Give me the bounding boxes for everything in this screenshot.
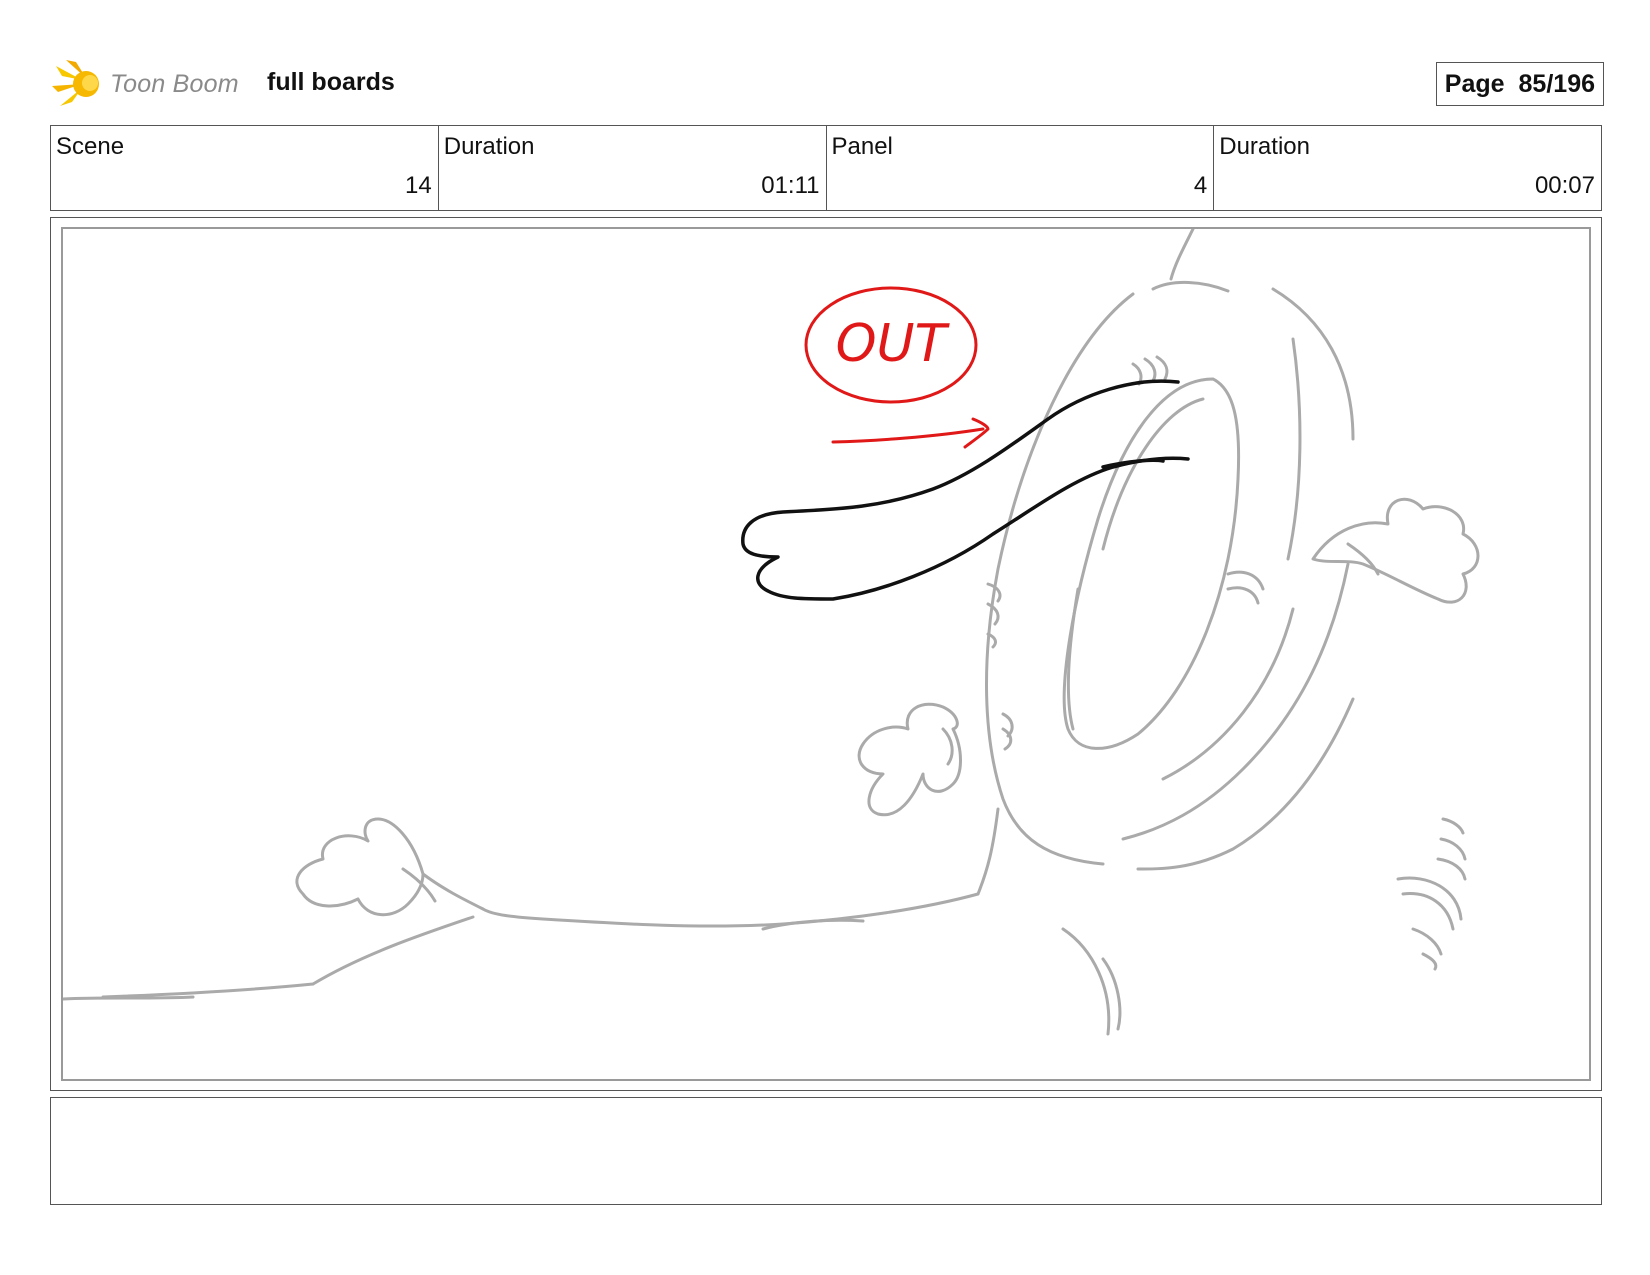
storyboard-panel-frame: OUT bbox=[50, 217, 1602, 1091]
scene-value: 14 bbox=[405, 172, 432, 199]
page-indicator: Page 85/196 bbox=[1435, 62, 1604, 106]
storyboard-panel: OUT bbox=[61, 227, 1591, 1081]
toon-boom-logo: Toon Boom bbox=[52, 58, 239, 110]
starburst-logo-icon bbox=[52, 60, 99, 106]
scene-duration-label: Duration bbox=[443, 133, 535, 160]
logo-wordmark: Toon Boom bbox=[110, 69, 239, 98]
page-header: Toon Boom full boards Page 85/196 bbox=[52, 56, 1604, 112]
panel-duration-cell: Duration 00:07 bbox=[1214, 126, 1601, 210]
panel-sketch: OUT bbox=[63, 229, 1480, 1036]
scene-duration-value: 01:11 bbox=[761, 172, 820, 199]
scene-info-table: Scene 14 Duration 01:11 Panel 4 Duration… bbox=[50, 125, 1602, 211]
tree-sketch bbox=[63, 229, 1480, 1036]
panel-duration-value: 00:07 bbox=[1534, 172, 1595, 199]
panel-value: 4 bbox=[1193, 172, 1208, 199]
board-title: full boards bbox=[267, 68, 395, 96]
scene-duration-cell: Duration 01:11 bbox=[439, 126, 827, 210]
panel-duration-label: Duration bbox=[1219, 133, 1310, 160]
panel-label: Panel bbox=[831, 133, 893, 160]
annotation-text: OUT bbox=[836, 314, 951, 374]
page-number: 85/196 bbox=[1518, 69, 1595, 98]
scene-label: Scene bbox=[56, 133, 125, 160]
page-label: Page bbox=[1444, 69, 1505, 98]
panel-cell: Panel 4 bbox=[827, 126, 1215, 210]
scene-cell: Scene 14 bbox=[51, 126, 439, 210]
panel-notes-box[interactable] bbox=[50, 1097, 1602, 1205]
